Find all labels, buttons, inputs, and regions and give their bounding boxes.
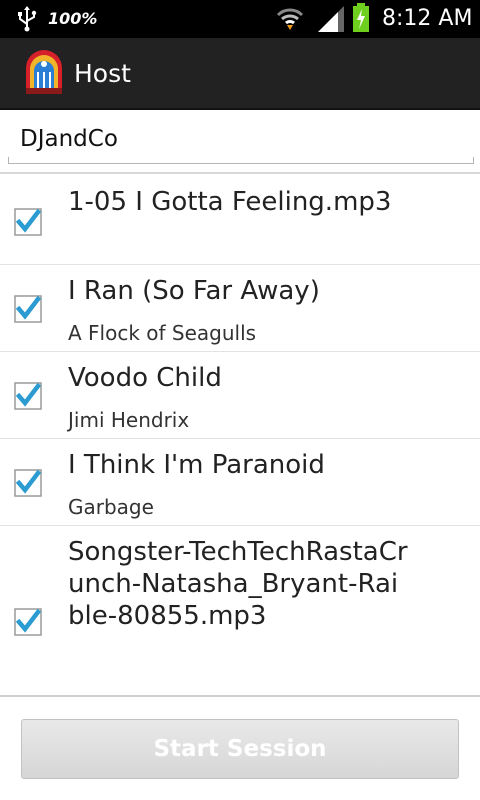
session-name-field[interactable] bbox=[8, 116, 474, 164]
clock-text: 8:12 AM bbox=[382, 6, 473, 31]
battery-percent-text: 100% bbox=[48, 9, 98, 28]
song-artist: A Flock of Seagulls bbox=[68, 321, 257, 345]
song-title: 1-05 I Gotta Feeling.mp3 bbox=[68, 187, 392, 217]
checkbox-checked-icon[interactable] bbox=[14, 469, 42, 497]
page-title: Host bbox=[74, 59, 131, 88]
field-underline-right bbox=[473, 157, 474, 164]
song-title: I Ran (So Far Away) bbox=[68, 276, 320, 306]
checkbox-checked-icon[interactable] bbox=[14, 208, 42, 236]
song-list-item[interactable]: I Think I'm Paranoid Garbage bbox=[0, 439, 480, 526]
session-name-input[interactable] bbox=[8, 116, 474, 162]
field-underline-left bbox=[8, 157, 9, 164]
signal-strength-icon bbox=[318, 6, 344, 32]
battery-charging-icon bbox=[353, 3, 369, 32]
jukebox-icon[interactable] bbox=[22, 50, 66, 96]
checkbox-checked-icon[interactable] bbox=[14, 295, 42, 323]
song-title: I Think I'm Paranoid bbox=[68, 450, 325, 480]
action-bar: Host bbox=[0, 38, 480, 110]
song-title: Voodo Child bbox=[68, 363, 222, 393]
status-bar: 100% 8:12 AM bbox=[0, 0, 480, 38]
song-artist: Garbage bbox=[68, 495, 154, 519]
usb-icon bbox=[18, 6, 37, 32]
checkbox-checked-icon[interactable] bbox=[14, 608, 42, 636]
list-bottom-divider bbox=[0, 695, 480, 697]
song-list: 1-05 I Gotta Feeling.mp3 I Ran (So Far A… bbox=[0, 174, 480, 694]
wifi-icon bbox=[276, 8, 304, 30]
song-list-item[interactable]: Voodo Child Jimi Hendrix bbox=[0, 352, 480, 439]
song-artist: Jimi Hendrix bbox=[68, 408, 190, 432]
song-title: Songster-TechTechRastaCrunch-Natasha_Bry… bbox=[68, 537, 408, 631]
song-list-item[interactable]: Songster-TechTechRastaCrunch-Natasha_Bry… bbox=[0, 526, 480, 694]
song-list-item[interactable]: 1-05 I Gotta Feeling.mp3 bbox=[0, 174, 480, 265]
start-session-button[interactable]: Start Session bbox=[21, 719, 459, 779]
song-list-item[interactable]: I Ran (So Far Away) A Flock of Seagulls bbox=[0, 265, 480, 352]
checkbox-checked-icon[interactable] bbox=[14, 382, 42, 410]
